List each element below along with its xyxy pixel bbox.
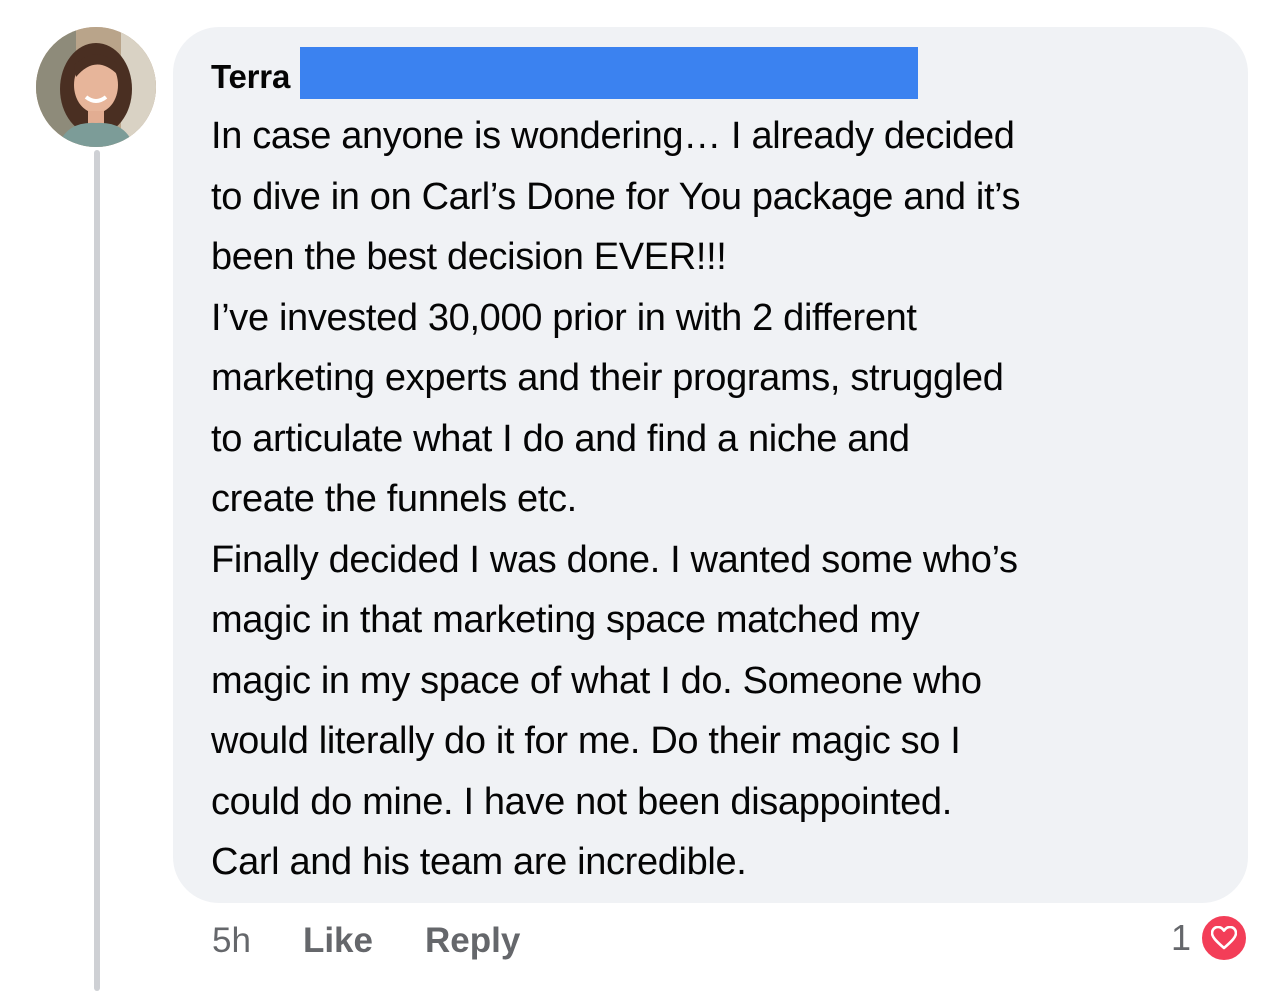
comment-actions: 5h Like Reply [212,918,520,964]
profile-photo [36,27,156,147]
reaction-count: 1 [1170,917,1191,958]
like-button[interactable]: Like [303,921,373,961]
comment-bubble: Terra In case anyone is wondering… I alr… [173,27,1248,903]
timestamp[interactable]: 5h [212,921,251,961]
reaction-summary[interactable]: 1 [1171,913,1249,963]
author-name[interactable]: Terra [211,58,290,96]
heart-glyph [1211,926,1237,950]
comment-text: In case anyone is wondering… I already d… [211,115,1021,883]
heart-icon [1199,913,1249,963]
redacted-name-block [300,47,919,99]
reply-button[interactable]: Reply [425,921,520,961]
author-row: Terra [211,47,1228,100]
thread-line [94,150,100,991]
avatar[interactable] [36,27,156,147]
